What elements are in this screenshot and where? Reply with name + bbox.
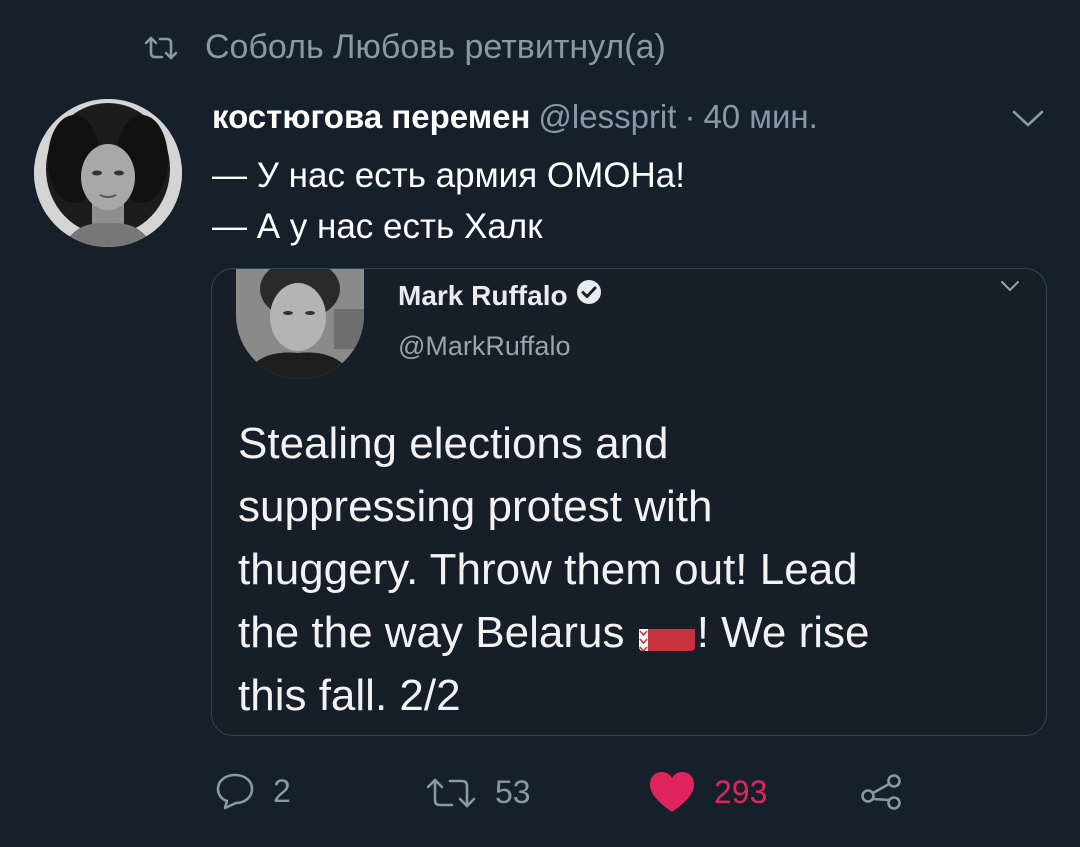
embedded-author-handle: @MarkRuffalo (398, 331, 571, 361)
belarus-flag-icon (638, 617, 695, 651)
separator-dot: · (684, 98, 696, 135)
embedded-image[interactable]: Mark Ruffalo @MarkRuffalo Stealing elect… (211, 268, 1047, 736)
tweet-text-line: — У нас есть армия ОМОНа! (212, 156, 685, 195)
embedded-text-line: thuggery. Throw them out! Lead (238, 545, 858, 594)
retweet-button[interactable]: 53 (425, 774, 531, 811)
like-count: 293 (714, 773, 768, 810)
tweet-timestamp[interactable]: 40 мин. (703, 98, 817, 136)
user-handle[interactable]: @lessprit (538, 98, 676, 136)
tweet-page: Соболь Любовь ретвитнул(а) костюгова пер… (0, 0, 1080, 847)
reply-button[interactable]: 2 (215, 772, 291, 810)
embedded-text-line: the the way Belarus ! We rise (238, 601, 869, 664)
embedded-text-segment: the the way Belarus (238, 608, 625, 657)
embedded-author-name: Mark Ruffalo (398, 279, 602, 312)
share-icon (860, 772, 904, 812)
verified-badge-icon (576, 279, 602, 312)
embedded-name-text: Mark Ruffalo (398, 279, 568, 311)
tweet-text: — У нас есть армия ОМОНа! — А у нас есть… (212, 150, 685, 252)
reply-count: 2 (273, 772, 291, 809)
display-name[interactable]: костюгова перемен (212, 98, 530, 136)
retweet-header-text: Соболь Любовь ретвитнул(а) (205, 28, 666, 66)
embedded-text-line: Stealing elections and (238, 419, 669, 468)
share-button[interactable] (860, 772, 904, 812)
embedded-tweet-text: Stealing elections and suppressing prote… (238, 412, 869, 727)
retweet-count: 53 (495, 774, 531, 810)
tweet-text-line: — А у нас есть Халк (212, 207, 543, 246)
heart-icon (648, 770, 696, 814)
reply-icon (215, 772, 255, 810)
like-button[interactable]: 293 (648, 770, 767, 814)
tweet-header: костюгова перемен @lessprit · 40 мин. (212, 98, 818, 136)
embedded-chevron-down-icon (999, 279, 1021, 293)
embedded-text-line: suppressing protest with (238, 482, 713, 531)
retweet-icon (425, 775, 477, 811)
embedded-text-line: this fall. 2/2 (238, 671, 461, 720)
embedded-avatar (236, 269, 364, 379)
chevron-down-icon[interactable] (1010, 108, 1046, 130)
embedded-text-segment: ! We rise (696, 608, 870, 657)
retweet-icon (143, 34, 179, 62)
action-bar: 2 53 293 (0, 760, 1080, 820)
retweet-header[interactable]: Соболь Любовь ретвитнул(а) (143, 28, 666, 67)
author-avatar[interactable] (34, 99, 182, 247)
